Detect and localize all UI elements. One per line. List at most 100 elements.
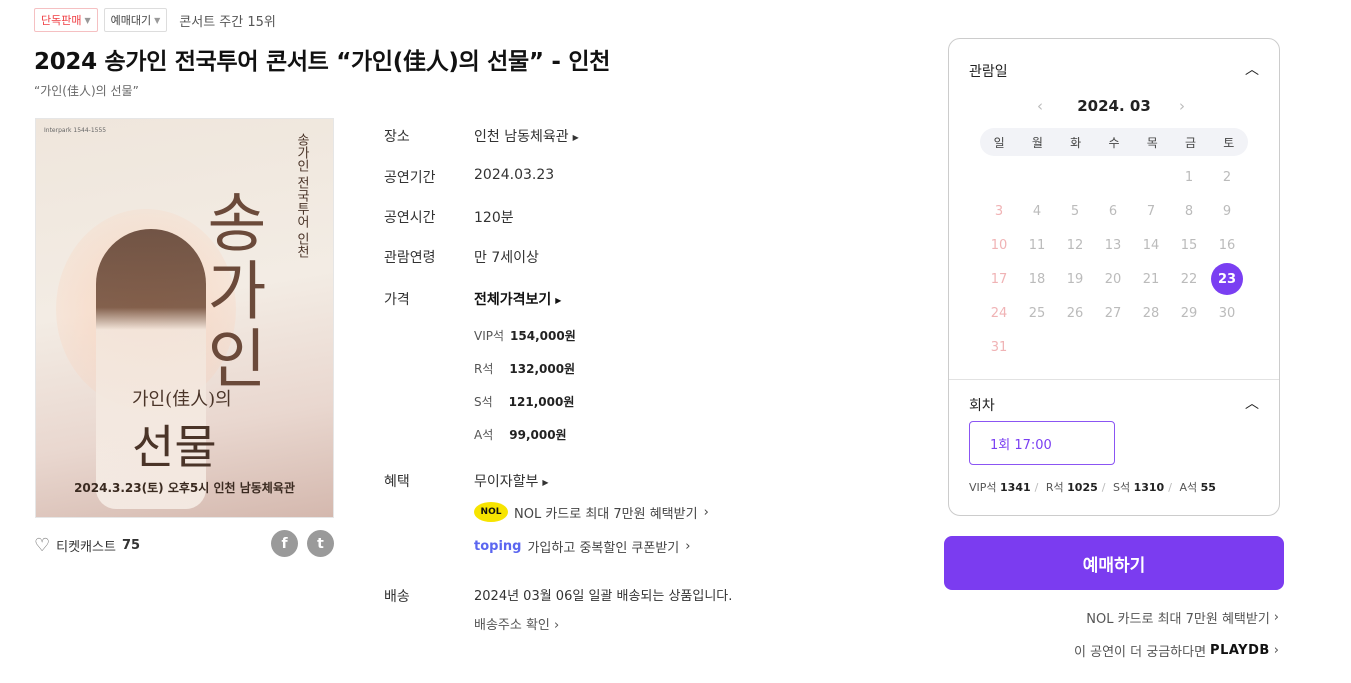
- booking-wait-tag[interactable]: 예매대기 ▼: [103, 8, 168, 32]
- heart-icon: ♡: [34, 534, 51, 556]
- calendar-day: 20: [1104, 271, 1122, 287]
- price-label: 가격: [384, 292, 410, 308]
- triangle-right-icon: ▶: [572, 132, 579, 142]
- collapse-session-button[interactable]: ︿: [1245, 393, 1259, 413]
- price-amount: 154,000원: [510, 329, 576, 343]
- ticket-cast-count: 75: [121, 538, 141, 553]
- weekday-label: 목: [1146, 135, 1158, 150]
- seat-grade: S석: [1112, 481, 1131, 494]
- nol-card-side-text: NOL 카드로 최대 7만원 혜택받기: [1086, 612, 1270, 627]
- toping-logo: toping: [474, 539, 522, 554]
- book-button[interactable]: 예매하기: [944, 536, 1284, 590]
- duration-value: 120분: [474, 210, 514, 226]
- price-amount: 99,000원: [509, 428, 567, 442]
- page-subtitle: “가인(佳人)의 선물”: [34, 84, 139, 98]
- view-all-prices-text: 전체가격보기: [474, 292, 552, 308]
- exclusive-sale-tag[interactable]: 단독판매 ▼: [34, 8, 98, 32]
- venue-text: 인천 남동체육관: [474, 129, 569, 145]
- poster-vertical-text: 송가인 전국투어 인천: [294, 133, 309, 259]
- calendar-day: 3: [994, 203, 1004, 219]
- price-amount: 121,000원: [508, 395, 575, 409]
- calendar-day: 10: [990, 237, 1008, 253]
- venue-link[interactable]: 인천 남동체육관 ▶: [474, 126, 579, 146]
- calendar-day: 29: [1180, 305, 1198, 321]
- playdb-text: 이 공연이 더 궁금하다면: [1074, 645, 1207, 660]
- weekday-label: 일: [993, 135, 1005, 150]
- nol-card-side-link[interactable]: NOL 카드로 최대 7만원 혜택받기 ›: [1086, 608, 1279, 627]
- price-row: R석 132,000원: [474, 360, 575, 377]
- triangle-right-icon: ▶: [542, 477, 549, 487]
- delivery-label: 배송: [384, 589, 410, 605]
- chevron-right-icon: ›: [1273, 610, 1279, 625]
- poster-footer: 2024.3.23(토) 오후5시 인천 남동체육관: [74, 481, 295, 495]
- chevron-up-icon: ︿: [1245, 62, 1259, 78]
- weekday-label: 화: [1070, 135, 1082, 150]
- calendar-day: 8: [1184, 203, 1194, 219]
- calendar-day: 26: [1066, 305, 1084, 321]
- calendar-day: 7: [1146, 203, 1156, 219]
- delivery-value: 2024년 03월 06일 일괄 배송되는 상품입니다.: [474, 589, 733, 604]
- chevron-up-icon: ︿: [1245, 396, 1259, 412]
- price-grade: R석: [474, 362, 494, 376]
- collapse-date-button[interactable]: ︿: [1245, 59, 1259, 79]
- prev-month-button[interactable]: ‹: [1037, 97, 1043, 115]
- nol-card-promo[interactable]: NOL NOL 카드로 최대 7만원 혜택받기 ›: [474, 502, 709, 522]
- calendar-day-selected[interactable]: 23: [1211, 263, 1243, 295]
- triangle-right-icon: ▶: [555, 295, 562, 305]
- calendar-day: 24: [990, 305, 1008, 321]
- delivery-address-link[interactable]: 배송주소 확인 ›: [474, 614, 559, 633]
- calendar-day: 9: [1222, 203, 1232, 219]
- calendar-day: 16: [1218, 237, 1236, 253]
- chevron-down-icon: ▼: [154, 15, 161, 25]
- facebook-icon: f: [281, 535, 288, 552]
- page-title: 2024 송가인 전국투어 콘서트 “가인(佳人)의 선물” - 인천: [34, 49, 611, 75]
- calendar-day: 28: [1142, 305, 1160, 321]
- toping-promo[interactable]: toping 가입하고 중복할인 쿠폰받기 ›: [474, 537, 690, 556]
- viewing-date-heading: 관람일: [969, 64, 1008, 80]
- ticket-cast-like[interactable]: ♡ 티켓캐스트 75: [34, 536, 140, 555]
- facebook-share-button[interactable]: f: [271, 530, 298, 557]
- chevron-right-icon: ›: [703, 504, 709, 520]
- poster-image: Interpark 1544-1555 송가인 전국투어 인천 송가인 가인(佳…: [35, 118, 334, 518]
- duration-label: 공연시간: [384, 210, 436, 226]
- exclusive-sale-label: 단독판매: [41, 14, 82, 27]
- ticket-cast-label: 티켓캐스트: [56, 540, 116, 555]
- period-label: 공연기간: [384, 170, 436, 186]
- seat-count: 1025: [1067, 481, 1098, 494]
- chevron-right-icon: ›: [685, 539, 691, 554]
- divider: [949, 379, 1279, 380]
- calendar-day: 25: [1028, 305, 1046, 321]
- calendar-day: 30: [1218, 305, 1236, 321]
- toping-promo-text: 가입하고 중복할인 쿠폰받기: [527, 541, 680, 556]
- seat-grade: A석: [1179, 481, 1198, 494]
- period-value: 2024.03.23: [474, 167, 555, 183]
- poster-logo: Interpark 1544-1555: [44, 127, 107, 134]
- twitter-share-button[interactable]: t: [307, 530, 334, 557]
- next-month-button[interactable]: ›: [1179, 97, 1185, 115]
- calendar-day: 2: [1222, 169, 1232, 185]
- chevron-right-icon: ›: [554, 618, 560, 633]
- session-heading: 회차: [969, 398, 995, 414]
- calendar-day: 27: [1104, 305, 1122, 321]
- session-option[interactable]: 1회 17:00: [969, 421, 1115, 465]
- weekly-rank: 콘서트 주간 15위: [179, 14, 276, 30]
- age-label: 관람연령: [384, 250, 436, 266]
- booking-wait-label: 예매대기: [110, 14, 152, 27]
- booking-calendar-panel: 관람일 ︿ ‹ 2024. 03 › 일 월 화 수 목 금 토 1234567…: [948, 38, 1280, 516]
- seat-availability: VIP석 1341/ R석 1025/ S석 1310/ A석 55: [969, 481, 1216, 494]
- calendar-day: 13: [1104, 237, 1122, 253]
- calendar-day: 31: [990, 339, 1008, 355]
- calendar-day: 19: [1066, 271, 1084, 287]
- nol-card-promo-text: NOL 카드로 최대 7만원 혜택받기: [514, 506, 698, 522]
- calendar-day: 18: [1028, 271, 1046, 287]
- calendar-month-bar: ‹ 2024. 03 ›: [949, 97, 1279, 115]
- nol-logo-icon: NOL: [474, 502, 508, 522]
- calendar-day: 11: [1028, 237, 1046, 253]
- view-all-prices-link[interactable]: 전체가격보기 ▶: [474, 289, 561, 309]
- interest-free-link[interactable]: 무이자할부 ▶: [474, 471, 549, 491]
- weekday-label: 금: [1185, 135, 1197, 150]
- playdb-link[interactable]: 이 공연이 더 궁금하다면 PLAYDB ›: [1074, 641, 1279, 660]
- calendar-day: 17: [990, 271, 1008, 287]
- calendar-day: 5: [1070, 203, 1080, 219]
- calendar-day: 22: [1180, 271, 1198, 287]
